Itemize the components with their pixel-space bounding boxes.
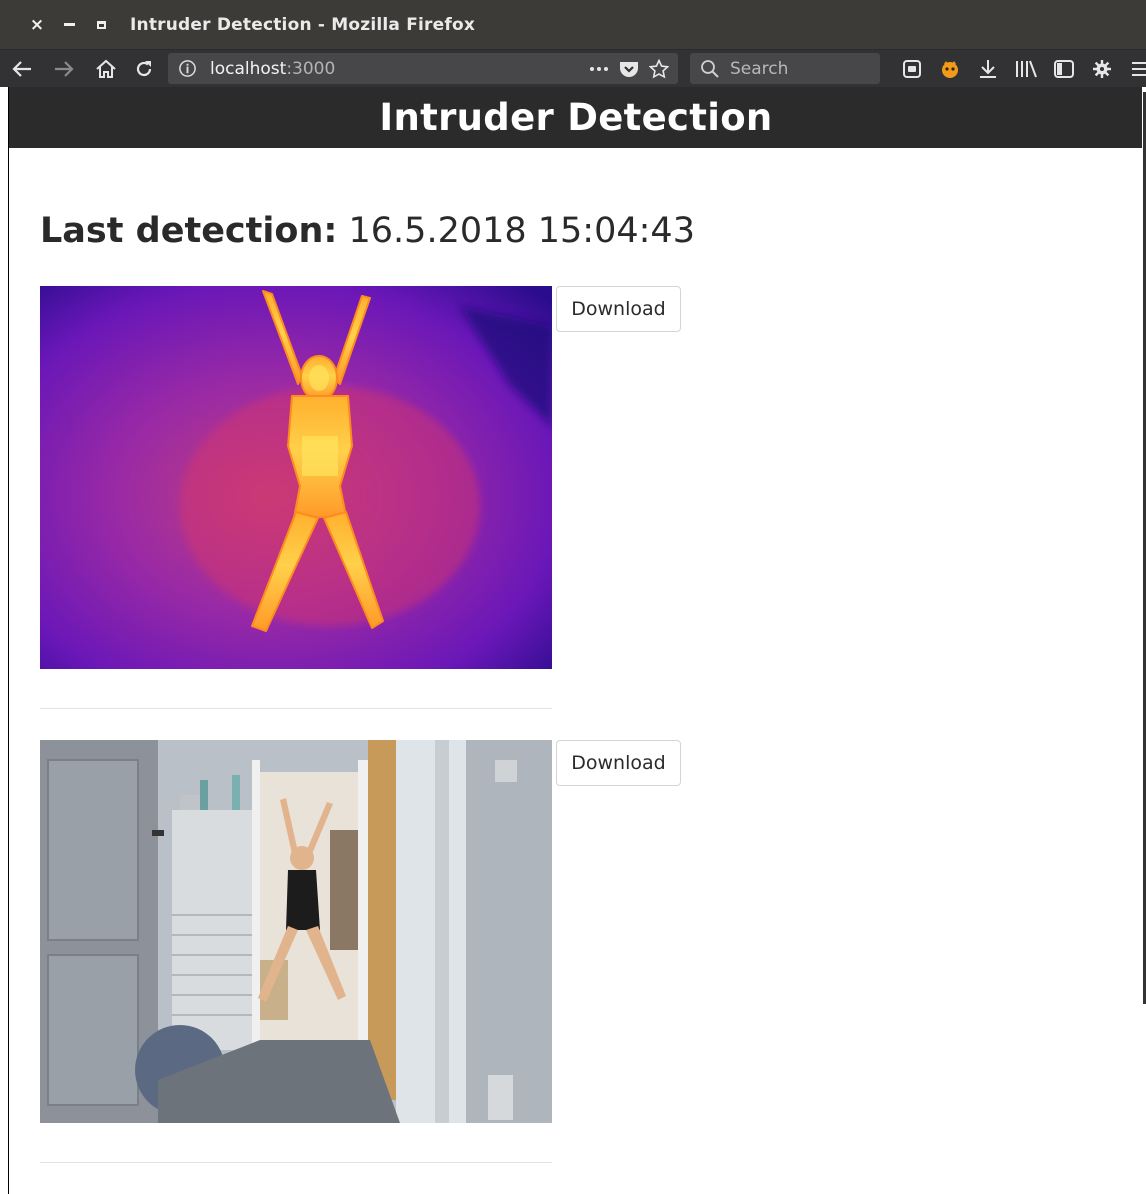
settings-button[interactable] [1083, 50, 1121, 87]
reader-button[interactable] [893, 50, 931, 87]
more-icon [590, 66, 608, 71]
maximize-icon [96, 20, 106, 29]
pocket-button[interactable] [614, 56, 644, 81]
window-maximize-button[interactable] [90, 14, 112, 36]
last-detection: Last detection: 16.5.2018 15:04:43 [40, 211, 695, 251]
window-titlebar: × Intruder Detection - Mozilla Firefox [0, 0, 1146, 50]
library-icon [1016, 60, 1037, 77]
reload-button[interactable] [128, 50, 160, 87]
divider [40, 1162, 552, 1163]
toolbar-right-icons [893, 50, 1146, 87]
last-detection-timestamp: 16.5.2018 15:04:43 [348, 211, 695, 251]
back-button[interactable] [6, 50, 38, 87]
app-header: Intruder Detection [9, 87, 1142, 148]
thermal-image [40, 286, 552, 669]
bookmark-button[interactable] [644, 56, 674, 81]
search-bar[interactable]: Search [690, 53, 880, 84]
sidebar-button[interactable] [1045, 50, 1083, 87]
url-port: :3000 [286, 59, 336, 79]
download-thermal-button[interactable]: Download [556, 286, 681, 332]
downloads-button[interactable] [969, 50, 1007, 87]
menu-button[interactable] [1121, 50, 1146, 87]
menu-icon [1132, 61, 1146, 76]
url-host: localhost [210, 59, 287, 79]
back-arrow-icon [12, 60, 31, 77]
url-text[interactable]: localhost:3000 [210, 59, 335, 79]
minimize-icon [63, 23, 75, 26]
info-icon[interactable] [178, 59, 197, 78]
url-bar[interactable]: localhost:3000 [168, 53, 678, 84]
home-button[interactable] [90, 50, 122, 87]
divider [40, 708, 552, 709]
page-title: Intruder Detection [379, 96, 773, 139]
sidebar-icon [1054, 59, 1074, 78]
search-input[interactable]: Search [730, 59, 788, 79]
window-title: Intruder Detection - Mozilla Firefox [130, 14, 476, 35]
search-icon [701, 60, 719, 78]
download-camera-button[interactable]: Download [556, 740, 681, 786]
window-close-button[interactable]: × [26, 14, 48, 36]
library-button[interactable] [1007, 50, 1045, 87]
star-icon [649, 58, 669, 78]
page-actions-button[interactable] [584, 56, 614, 81]
home-icon [96, 59, 116, 78]
gear-icon [1093, 59, 1111, 78]
pocket-icon [620, 61, 638, 77]
last-detection-label: Last detection: [40, 211, 338, 251]
extension-icon [942, 60, 958, 78]
extension-button[interactable] [931, 50, 969, 87]
reader-icon [903, 59, 921, 78]
reload-icon [136, 60, 152, 76]
window-minimize-button[interactable] [58, 14, 80, 36]
camera-image [40, 740, 552, 1123]
url-actions [584, 56, 674, 81]
forward-button[interactable] [48, 50, 80, 87]
browser-toolbar: localhost:3000 Search [0, 50, 1146, 87]
download-icon [980, 59, 996, 78]
forward-arrow-icon [55, 60, 74, 77]
page-viewport: Intruder Detection Last detection: 16.5.… [8, 87, 1142, 1194]
